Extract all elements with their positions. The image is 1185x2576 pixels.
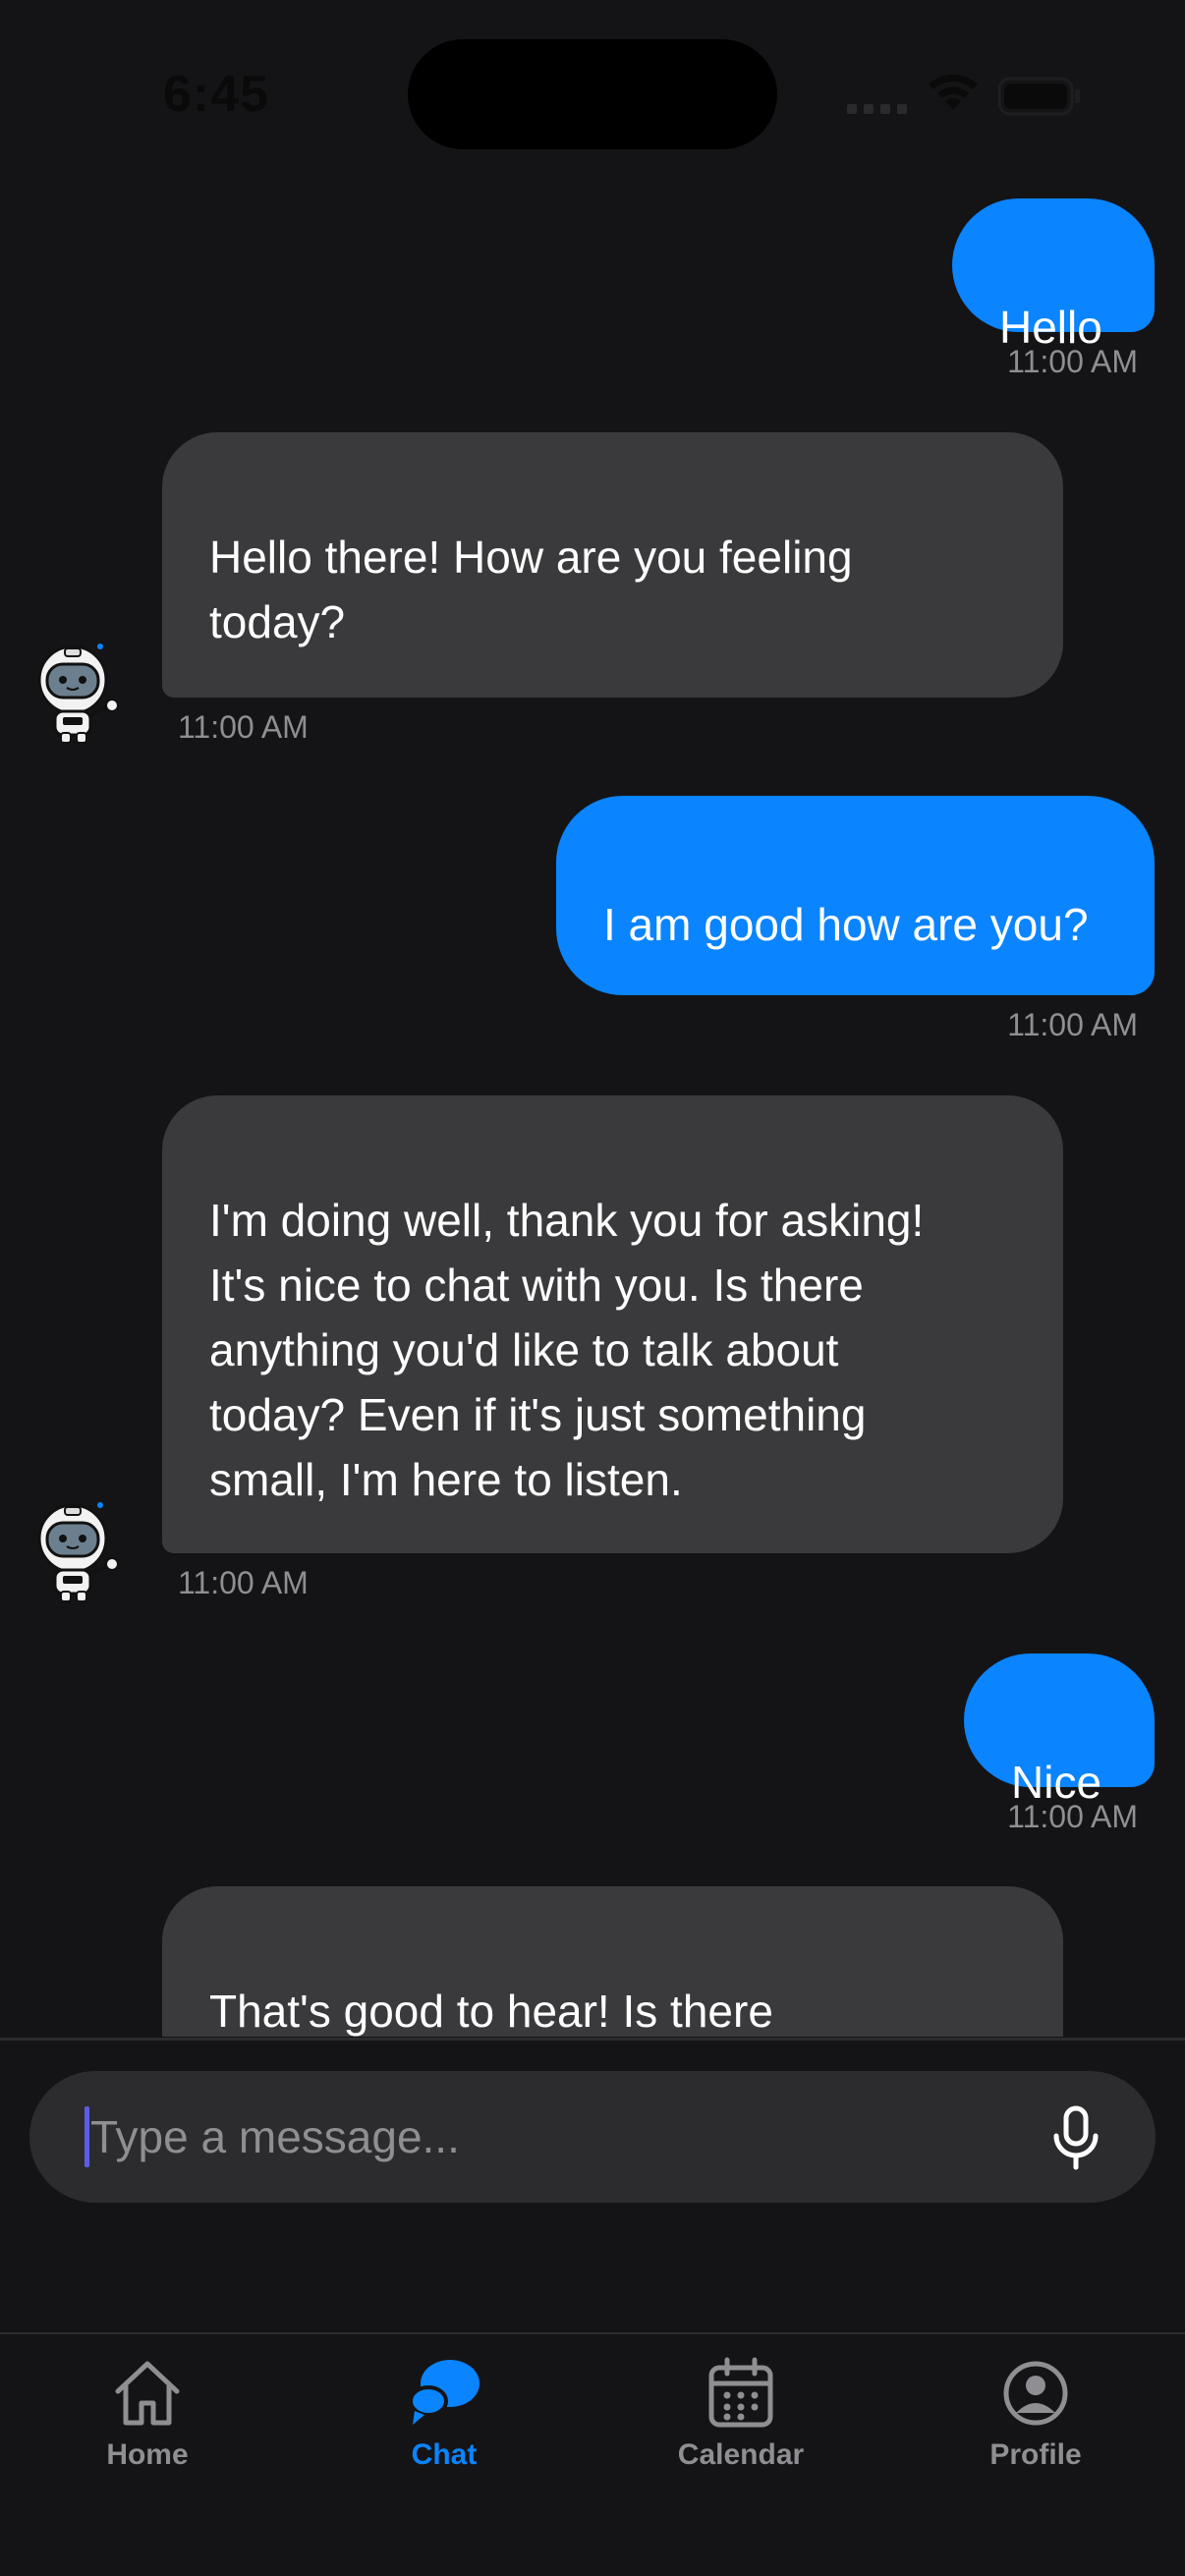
status-bar: 6:45 [0, 0, 1185, 187]
message-input[interactable] [90, 2071, 975, 2203]
message-text: That's good to hear! Is there anything e… [209, 1986, 773, 2037]
tab-label: Profile [989, 2438, 1082, 2471]
message-timestamp: 11:00 AM [178, 1565, 309, 1600]
status-time: 6:45 [163, 66, 270, 123]
wifi-icon [929, 74, 978, 110]
microphone-icon[interactable] [1040, 2100, 1112, 2173]
message-timestamp: 11:00 AM [1007, 1799, 1138, 1834]
message-text: I am good how are you? [603, 899, 1089, 950]
tab-label: Chat [411, 2438, 478, 2471]
bot-message-bubble[interactable]: That's good to hear! Is there anything e… [162, 1886, 1063, 2037]
message-timestamp: 11:00 AM [1007, 1007, 1138, 1042]
profile-icon [1003, 2361, 1068, 2426]
bot-message-bubble[interactable]: Hello there! How are you feeling today? [162, 432, 1063, 698]
user-message-bubble[interactable]: Nice [964, 1653, 1155, 1808]
bot-avatar [37, 1502, 119, 1602]
composer-divider [0, 2038, 1185, 2041]
chat-icon [409, 2360, 480, 2425]
message-timestamp: 11:00 AM [178, 709, 309, 745]
user-message-bubble[interactable]: Hello [952, 198, 1155, 353]
cellular-signal-icon [847, 104, 907, 114]
text-cursor [85, 2106, 89, 2167]
tab-label: Home [106, 2438, 189, 2471]
tab-label: Calendar [677, 2438, 805, 2471]
calendar-icon [708, 2357, 773, 2428]
battery-icon [998, 77, 1080, 116]
dynamic-island [408, 39, 777, 149]
tab-home[interactable]: Home [0, 2354, 295, 2492]
message-timestamp: 11:00 AM [1007, 344, 1138, 379]
user-message-bubble[interactable]: I am good how are you? [556, 796, 1155, 995]
tab-calendar[interactable]: Calendar [593, 2354, 888, 2492]
chat-message-list[interactable]: Hello 11:00 AM Hello there! How are you … [0, 187, 1185, 2037]
tab-chat[interactable]: Chat [297, 2354, 592, 2492]
home-icon [115, 2361, 180, 2426]
bot-avatar [37, 644, 119, 744]
tab-profile[interactable]: Profile [888, 2354, 1183, 2492]
bottom-tab-bar: Home Chat Calendar Profile [0, 2334, 1185, 2576]
message-text: Hello there! How are you feeling today? [209, 532, 853, 647]
bot-message-bubble[interactable]: I'm doing well, thank you for asking! It… [162, 1095, 1063, 1553]
message-text: I'm doing well, thank you for asking! It… [209, 1195, 925, 1505]
message-composer [29, 2071, 1156, 2203]
